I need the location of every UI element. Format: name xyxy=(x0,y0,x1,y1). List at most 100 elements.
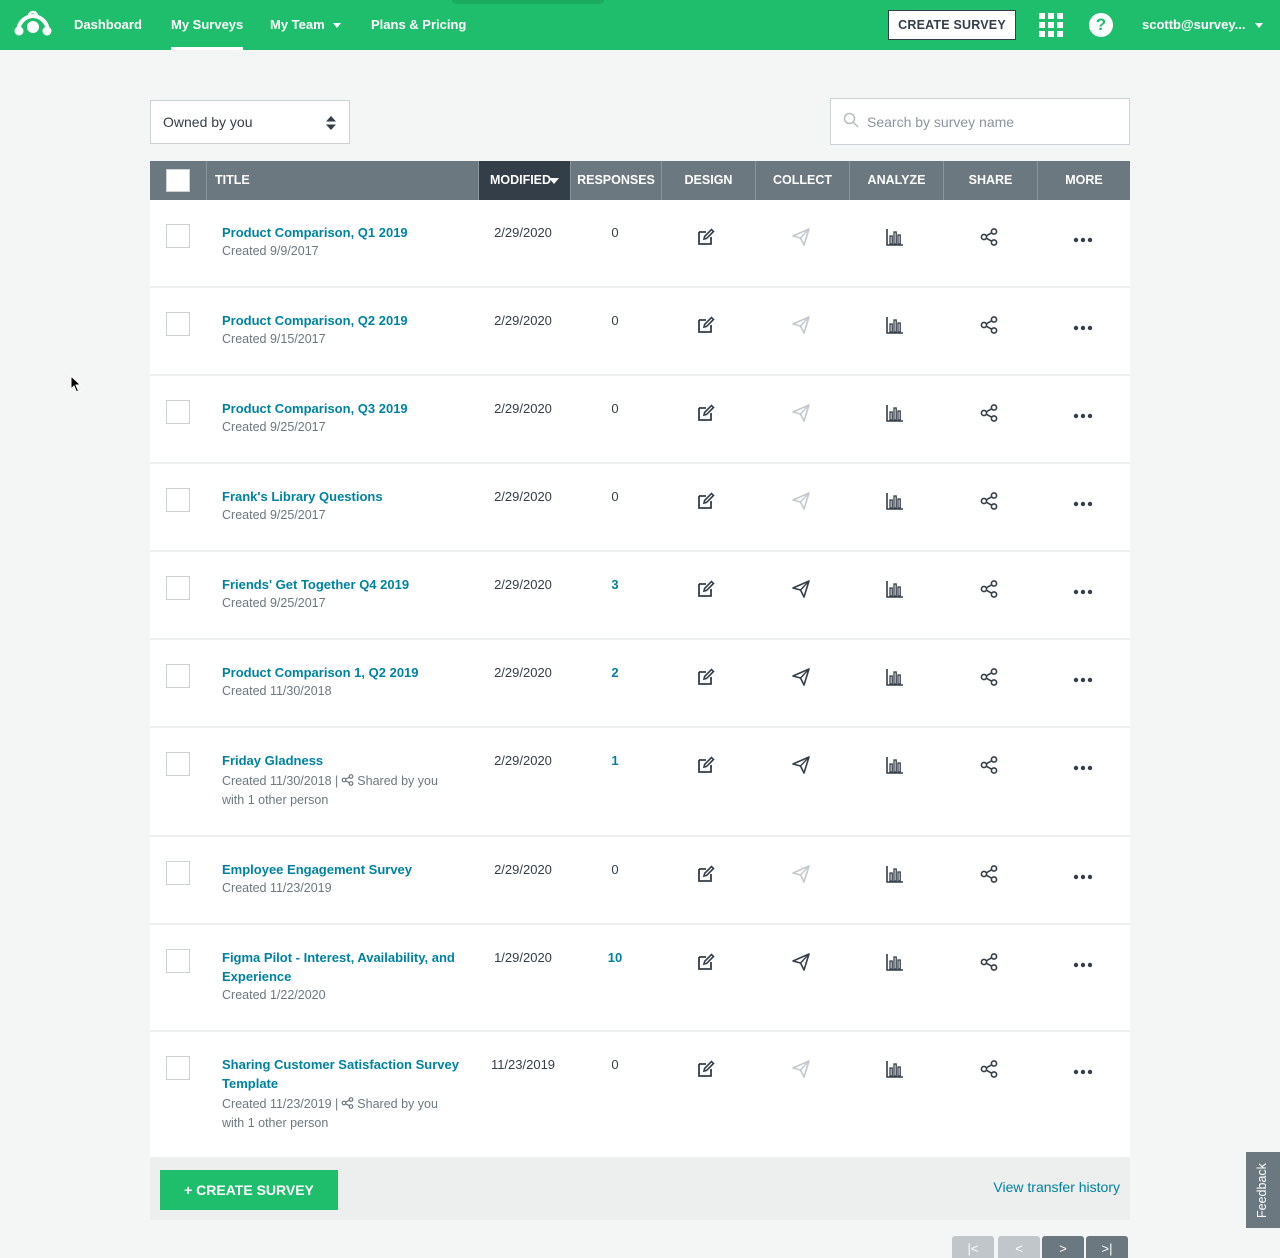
edit-icon[interactable] xyxy=(696,952,716,972)
bar-chart-icon[interactable] xyxy=(885,315,905,335)
send-icon[interactable] xyxy=(791,1059,811,1079)
share-icon[interactable] xyxy=(979,491,999,511)
column-responses[interactable]: RESPONSES xyxy=(570,161,661,200)
row-checkbox[interactable] xyxy=(166,752,190,776)
survey-title-link[interactable]: Friday Gladness xyxy=(222,751,462,770)
more-dots-icon[interactable] xyxy=(1073,494,1093,507)
bar-chart-icon[interactable] xyxy=(885,667,905,687)
survey-title-link[interactable]: Figma Pilot - Interest, Availability, an… xyxy=(222,948,462,986)
row-checkbox[interactable] xyxy=(166,224,190,248)
edit-icon[interactable] xyxy=(696,864,716,884)
share-icon[interactable] xyxy=(979,667,999,687)
bar-chart-icon[interactable] xyxy=(885,403,905,423)
more-dots-icon[interactable] xyxy=(1073,1062,1093,1075)
surveymonkey-logo-icon[interactable] xyxy=(14,10,52,38)
row-checkbox[interactable] xyxy=(166,949,190,973)
share-icon[interactable] xyxy=(979,227,999,247)
survey-title-link[interactable]: Sharing Customer Satisfaction Survey Tem… xyxy=(222,1055,462,1093)
edit-icon[interactable] xyxy=(696,667,716,687)
row-checkbox[interactable] xyxy=(166,312,190,336)
more-dots-icon[interactable] xyxy=(1073,955,1093,968)
survey-title-link[interactable]: Frank's Library Questions xyxy=(222,487,462,506)
more-dots-icon[interactable] xyxy=(1073,318,1093,331)
select-all-checkbox[interactable] xyxy=(166,169,190,192)
survey-title-link[interactable]: Employee Engagement Survey xyxy=(222,860,462,879)
response-count[interactable]: 10 xyxy=(570,950,660,965)
survey-title-link[interactable]: Product Comparison 1, Q2 2019 xyxy=(222,663,462,682)
survey-title-link[interactable]: Product Comparison, Q2 2019 xyxy=(222,311,462,330)
bar-chart-icon[interactable] xyxy=(885,491,905,511)
sort-arrows-icon xyxy=(326,116,336,130)
view-transfer-history-link[interactable]: View transfer history xyxy=(993,1179,1120,1195)
response-count[interactable]: 3 xyxy=(570,577,660,592)
nav-my-surveys[interactable]: My Surveys xyxy=(171,0,244,50)
edit-icon[interactable] xyxy=(696,579,716,599)
bar-chart-icon[interactable] xyxy=(885,864,905,884)
more-dots-icon[interactable] xyxy=(1073,670,1093,683)
send-icon[interactable] xyxy=(791,227,811,247)
next-page-button[interactable]: > xyxy=(1042,1236,1084,1258)
help-icon[interactable]: ? xyxy=(1089,13,1113,37)
user-account-menu[interactable]: scottb@survey... xyxy=(1142,0,1264,50)
column-title[interactable]: TITLE xyxy=(206,161,478,200)
edit-icon[interactable] xyxy=(696,315,716,335)
prev-page-button[interactable]: < xyxy=(998,1236,1040,1258)
share-icon[interactable] xyxy=(979,864,999,884)
row-checkbox[interactable] xyxy=(166,861,190,885)
row-checkbox[interactable] xyxy=(166,1056,190,1080)
edit-icon[interactable] xyxy=(696,227,716,247)
more-dots-icon[interactable] xyxy=(1073,758,1093,771)
bar-chart-icon[interactable] xyxy=(885,1059,905,1079)
share-icon[interactable] xyxy=(979,403,999,423)
created-date: Created 9/25/2017 xyxy=(222,508,326,522)
more-dots-icon[interactable] xyxy=(1073,406,1093,419)
survey-title-link[interactable]: Product Comparison, Q1 2019 xyxy=(222,223,462,242)
response-count[interactable]: 2 xyxy=(570,665,660,680)
nav-plans-pricing[interactable]: Plans & Pricing xyxy=(371,0,466,50)
table-row: Product Comparison, Q3 2019 Created 9/25/… xyxy=(150,376,1130,464)
more-dots-icon[interactable] xyxy=(1073,230,1093,243)
send-icon[interactable] xyxy=(791,667,811,687)
send-icon[interactable] xyxy=(791,579,811,599)
survey-title-link[interactable]: Friends' Get Together Q4 2019 xyxy=(222,575,462,594)
share-icon[interactable] xyxy=(979,1059,999,1079)
column-modified[interactable]: MODIFIED xyxy=(478,161,570,200)
nav-dashboard[interactable]: Dashboard xyxy=(74,0,142,50)
share-icon[interactable] xyxy=(979,952,999,972)
send-icon[interactable] xyxy=(791,491,811,511)
owner-filter-select[interactable]: Owned by you xyxy=(150,100,350,144)
send-icon[interactable] xyxy=(791,864,811,884)
bar-chart-icon[interactable] xyxy=(885,579,905,599)
survey-meta: Created 9/25/2017 xyxy=(222,506,462,525)
edit-icon[interactable] xyxy=(696,1059,716,1079)
row-checkbox[interactable] xyxy=(166,488,190,512)
row-checkbox[interactable] xyxy=(166,664,190,688)
more-dots-icon[interactable] xyxy=(1073,582,1093,595)
row-checkbox[interactable] xyxy=(166,400,190,424)
feedback-tab[interactable]: Feedback xyxy=(1246,1152,1280,1228)
share-icon[interactable] xyxy=(979,579,999,599)
share-icon[interactable] xyxy=(979,315,999,335)
share-icon[interactable] xyxy=(979,755,999,775)
bar-chart-icon[interactable] xyxy=(885,952,905,972)
row-checkbox[interactable] xyxy=(166,576,190,600)
response-count[interactable]: 1 xyxy=(570,753,660,768)
nav-my-team[interactable]: My Team xyxy=(270,0,341,50)
send-icon[interactable] xyxy=(791,755,811,775)
first-page-button[interactable]: |< xyxy=(952,1236,994,1258)
more-dots-icon[interactable] xyxy=(1073,867,1093,880)
edit-icon[interactable] xyxy=(696,403,716,423)
send-icon[interactable] xyxy=(791,403,811,423)
create-survey-button[interactable]: CREATE SURVEY xyxy=(888,10,1016,40)
bar-chart-icon[interactable] xyxy=(885,755,905,775)
apps-grid-icon[interactable] xyxy=(1039,13,1063,37)
edit-icon[interactable] xyxy=(696,755,716,775)
bar-chart-icon[interactable] xyxy=(885,227,905,247)
send-icon[interactable] xyxy=(791,315,811,335)
edit-icon[interactable] xyxy=(696,491,716,511)
last-page-button[interactable]: >| xyxy=(1086,1236,1128,1258)
send-icon[interactable] xyxy=(791,952,811,972)
search-input[interactable] xyxy=(867,100,1122,143)
survey-title-link[interactable]: Product Comparison, Q3 2019 xyxy=(222,399,462,418)
create-survey-bottom-button[interactable]: + CREATE SURVEY xyxy=(160,1170,338,1210)
